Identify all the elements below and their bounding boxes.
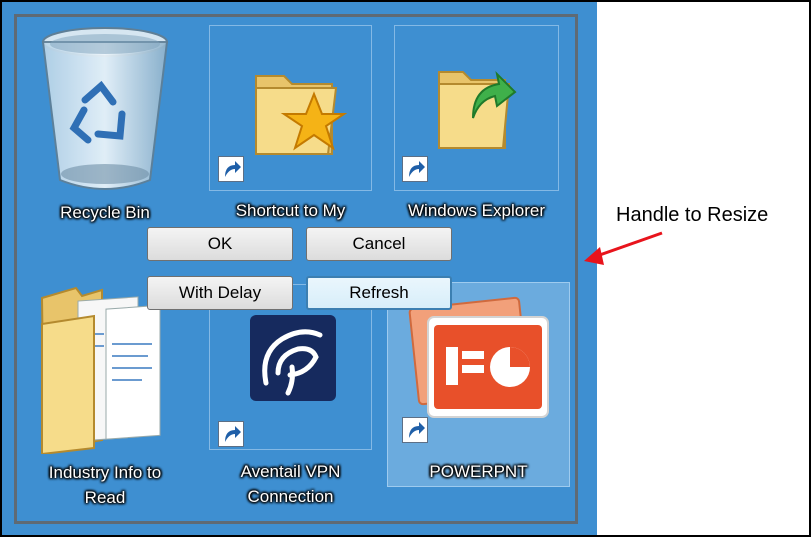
shortcut-arrow-icon	[218, 421, 244, 447]
annotation-arrow-icon	[584, 231, 663, 265]
icon-label: Windows Explorer	[408, 201, 545, 220]
screenshot-frame: Recycle Bin Shortcut to My Windows Explo…	[0, 0, 811, 537]
desktop-icon-industry-info[interactable]: Industry Info to Read	[30, 280, 180, 515]
aventail-vpn-icon	[250, 315, 336, 401]
desktop-icon-windows-explorer[interactable]: Windows Explorer	[394, 25, 559, 220]
icon-label: Recycle Bin	[60, 203, 150, 222]
desktop-icon-shortcut-to-my[interactable]: Shortcut to My	[209, 25, 372, 220]
recycle-bin-icon	[41, 27, 169, 190]
ok-button[interactable]: OK	[147, 227, 293, 261]
shortcut-arrow-icon	[402, 156, 428, 182]
desktop-icon-powerpnt[interactable]: POWERPNT	[387, 282, 570, 487]
icon-label-line2: Read	[84, 488, 126, 507]
cancel-button[interactable]: Cancel	[306, 227, 452, 261]
icon-label: POWERPNT	[429, 462, 528, 481]
favorites-folder-icon	[255, 75, 348, 155]
powerpoint-icon	[408, 296, 549, 418]
desktop-area: Recycle Bin Shortcut to My Windows Explo…	[2, 2, 597, 535]
documents-folder-icon	[40, 286, 161, 454]
refresh-button[interactable]: Refresh	[306, 276, 452, 310]
icon-label-line2: Connection	[247, 487, 334, 506]
annotation-text: Handle to Resize	[616, 204, 769, 226]
with-delay-button[interactable]: With Delay	[147, 276, 293, 310]
desktop-icon-recycle-bin[interactable]: Recycle Bin	[30, 22, 180, 232]
shortcut-arrow-icon	[218, 156, 244, 182]
explorer-folder-icon	[438, 70, 517, 149]
shortcut-arrow-icon	[402, 417, 428, 443]
icon-label: Industry Info to	[48, 463, 162, 482]
